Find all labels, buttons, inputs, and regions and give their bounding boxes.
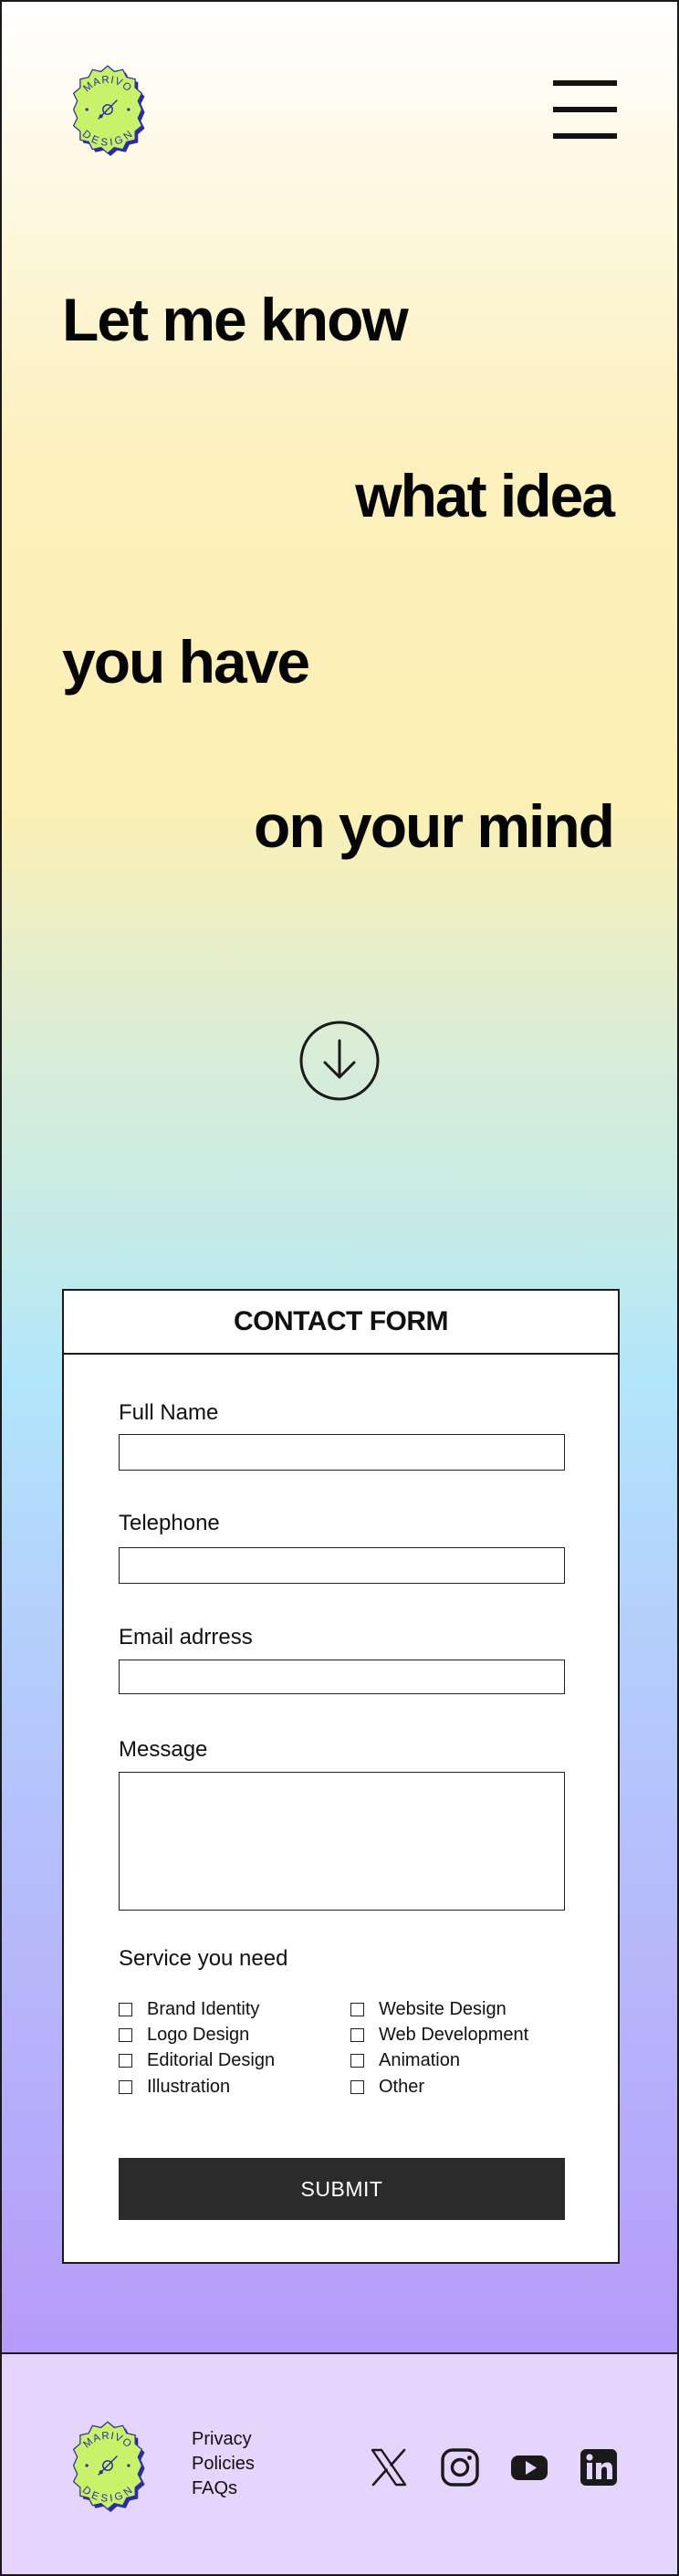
footer-link-privacy[interactable]: Privacy bbox=[192, 2427, 255, 2452]
service-option-label: Website Design bbox=[379, 1999, 507, 2019]
menu-line bbox=[553, 133, 617, 139]
menu-line bbox=[553, 80, 617, 86]
service-option-label: Logo Design bbox=[147, 2025, 250, 2045]
service-option-web-development[interactable]: Web Development bbox=[350, 2025, 528, 2046]
checkbox[interactable] bbox=[350, 2028, 364, 2042]
linkedin-icon[interactable] bbox=[579, 2447, 619, 2487]
email-input[interactable] bbox=[119, 1660, 565, 1694]
headline-line-4: on your mind bbox=[254, 792, 615, 860]
form-title: CONTACT FORM bbox=[64, 1291, 618, 1355]
service-option-label: Web Development bbox=[379, 2025, 529, 2045]
message-label: Message bbox=[119, 1737, 208, 1762]
logo-icon: MARIVO DESIGN bbox=[72, 2421, 145, 2512]
telephone-label: Telephone bbox=[119, 1511, 220, 1535]
footer-logo-badge[interactable]: MARIVO DESIGN bbox=[60, 2418, 155, 2513]
telephone-input[interactable] bbox=[119, 1547, 565, 1584]
service-option-label: Animation bbox=[379, 2050, 460, 2070]
x-icon[interactable] bbox=[369, 2447, 409, 2487]
checkbox[interactable] bbox=[350, 2054, 364, 2068]
checkbox[interactable] bbox=[119, 2028, 132, 2042]
email-label: Email adrress bbox=[119, 1625, 253, 1649]
footer-link-faqs[interactable]: FAQs bbox=[192, 2477, 255, 2501]
instagram-icon[interactable] bbox=[440, 2447, 480, 2487]
service-option-editorial-design[interactable]: Editorial Design bbox=[119, 2050, 275, 2071]
service-option-brand-identity[interactable]: Brand Identity bbox=[119, 1999, 259, 2020]
services-label: Service you need bbox=[119, 1946, 288, 1971]
service-option-label: Editorial Design bbox=[147, 2050, 276, 2070]
submit-button[interactable]: SUBMIT bbox=[119, 2158, 565, 2220]
menu-line bbox=[553, 107, 617, 112]
message-textarea[interactable] bbox=[119, 1772, 565, 1911]
footer-links: Privacy Policies FAQs bbox=[192, 2427, 255, 2501]
footer-link-policies[interactable]: Policies bbox=[192, 2452, 255, 2477]
footer: MARIVO DESIGN Privacy Policies FAQs bbox=[2, 2352, 677, 2574]
headline-line-3: you have bbox=[62, 628, 310, 696]
service-option-illustration[interactable]: Illustration bbox=[119, 2077, 230, 2098]
logo-icon: MARIVO DESIGN bbox=[72, 65, 145, 156]
checkbox[interactable] bbox=[119, 2054, 132, 2068]
contact-page: MARIVO DESIGN Let me know what idea you … bbox=[0, 0, 679, 2576]
service-option-other[interactable]: Other bbox=[350, 2077, 424, 2098]
service-option-label: Other bbox=[379, 2077, 425, 2097]
headline-line-1: Let me know bbox=[62, 286, 409, 353]
checkbox[interactable] bbox=[350, 2080, 364, 2094]
logo-badge[interactable]: MARIVO DESIGN bbox=[60, 62, 155, 157]
full-name-label: Full Name bbox=[119, 1400, 219, 1425]
arrow-down-circle-icon[interactable] bbox=[299, 1021, 380, 1101]
checkbox[interactable] bbox=[350, 2003, 364, 2016]
service-option-animation[interactable]: Animation bbox=[350, 2050, 460, 2071]
service-option-logo-design[interactable]: Logo Design bbox=[119, 2025, 249, 2046]
youtube-icon[interactable] bbox=[509, 2447, 549, 2487]
service-option-label: Brand Identity bbox=[147, 1999, 260, 2019]
contact-form: CONTACT FORM Full Name Telephone Email a… bbox=[62, 1289, 620, 2264]
full-name-input[interactable] bbox=[119, 1434, 565, 1471]
headline-line-2: what idea bbox=[355, 462, 615, 529]
hamburger-menu-icon[interactable] bbox=[553, 80, 617, 139]
checkbox[interactable] bbox=[119, 2080, 132, 2094]
service-option-website-design[interactable]: Website Design bbox=[350, 1999, 507, 2020]
service-option-label: Illustration bbox=[147, 2077, 231, 2097]
checkbox[interactable] bbox=[119, 2003, 132, 2016]
